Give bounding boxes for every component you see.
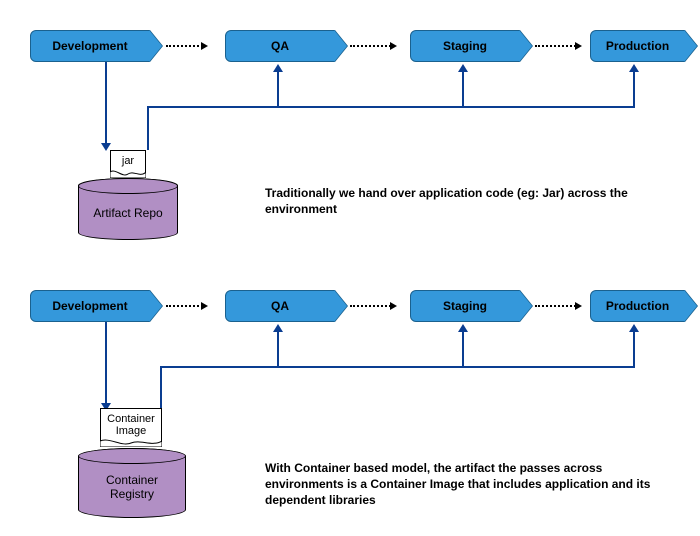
flow-line xyxy=(160,366,635,368)
repo-label: Container Registry xyxy=(106,473,158,502)
flow-line xyxy=(147,106,635,108)
flow-arrow-up-icon xyxy=(629,324,639,332)
stage-label: Production xyxy=(606,39,669,53)
stage-label: Production xyxy=(606,299,669,313)
dotted-arrow xyxy=(166,305,206,307)
flow-line xyxy=(633,330,635,368)
flow-arrow-up-icon xyxy=(458,324,468,332)
flow-line xyxy=(633,70,635,108)
diagram-caption: Traditionally we hand over application c… xyxy=(265,185,660,217)
flow-line xyxy=(462,330,464,368)
container-registry-cylinder: Container Registry xyxy=(78,448,186,518)
stage-development: Development xyxy=(30,30,150,62)
flow-line xyxy=(105,322,107,405)
flow-line xyxy=(105,62,107,145)
artifact-document: Container Image xyxy=(100,408,162,441)
stage-label: Development xyxy=(52,299,127,313)
stage-qa: QA xyxy=(225,290,335,322)
stage-label: Staging xyxy=(443,39,487,53)
dotted-arrow xyxy=(350,45,395,47)
flow-arrow-up-icon xyxy=(629,64,639,72)
flow-line xyxy=(462,70,464,108)
repo-label: Artifact Repo xyxy=(93,206,162,220)
flow-line xyxy=(277,70,279,108)
flow-line xyxy=(147,106,149,150)
stage-label: QA xyxy=(271,39,289,53)
pipeline-row: Development QA Staging Production xyxy=(30,30,700,80)
stage-qa: QA xyxy=(225,30,335,62)
flow-arrow-up-icon xyxy=(273,324,283,332)
diagram-caption: With Container based model, the artifact… xyxy=(265,460,665,509)
stage-label: Development xyxy=(52,39,127,53)
flow-arrow-up-icon xyxy=(273,64,283,72)
flow-line xyxy=(160,366,162,410)
diagram-traditional: Development QA Staging Production jar Ar… xyxy=(0,30,700,250)
artifact-document: jar xyxy=(110,150,146,172)
flow-arrow-up-icon xyxy=(458,64,468,72)
stage-label: QA xyxy=(271,299,289,313)
stage-staging: Staging xyxy=(410,290,520,322)
dotted-arrow xyxy=(166,45,206,47)
diagram-container: Development QA Staging Production Contai… xyxy=(0,290,700,530)
dotted-arrow xyxy=(535,45,580,47)
dotted-arrow xyxy=(350,305,395,307)
stage-production: Production xyxy=(590,30,685,62)
stage-development: Development xyxy=(30,290,150,322)
stage-staging: Staging xyxy=(410,30,520,62)
artifact-repo-cylinder: Artifact Repo xyxy=(78,178,178,240)
stage-production: Production xyxy=(590,290,685,322)
stage-label: Staging xyxy=(443,299,487,313)
pipeline-row: Development QA Staging Production xyxy=(30,290,700,340)
artifact-label: jar xyxy=(122,155,134,167)
artifact-label: Container Image xyxy=(107,413,155,437)
flow-line xyxy=(277,330,279,368)
dotted-arrow xyxy=(535,305,580,307)
